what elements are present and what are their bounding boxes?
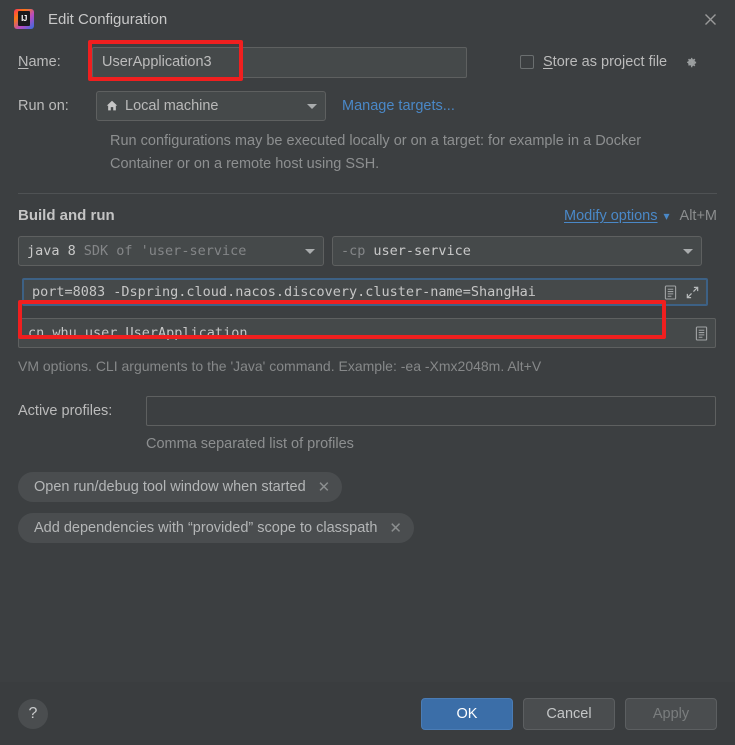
chevron-down-icon — [683, 248, 693, 254]
dialog-title: Edit Configuration — [48, 10, 168, 28]
main-class-field[interactable]: cn.whu.user.UserApplication — [18, 318, 716, 348]
chevron-down-icon[interactable]: ▾ — [664, 209, 670, 223]
jdk-classpath-row: java 8 SDK of 'user-service -cp user-ser… — [18, 236, 717, 266]
dialog-title-bar: IJ Edit Configuration — [0, 0, 735, 38]
name-input[interactable] — [92, 46, 467, 78]
vm-options-field[interactable]: port=8083 -Dspring.cloud.nacos.discovery… — [22, 278, 708, 306]
close-icon[interactable]: ✕ — [389, 521, 402, 536]
dialog-content: Name: Store as project file Run on: Loca… — [0, 45, 735, 554]
active-profiles-hint: Comma separated list of profiles — [146, 436, 354, 452]
help-button[interactable]: ? — [18, 698, 48, 729]
store-as-project-file-checkbox[interactable] — [520, 55, 534, 69]
main-class-value: cn.whu.user.UserApplication — [28, 325, 248, 341]
classpath-dropdown[interactable]: -cp user-service — [332, 236, 702, 266]
name-row: Name: Store as project file — [18, 45, 717, 79]
vm-options-hint: VM options. CLI arguments to the 'Java' … — [18, 358, 542, 374]
name-label: Name: — [18, 54, 61, 70]
expand-icon[interactable] — [680, 281, 704, 303]
apply-button[interactable]: Apply — [625, 697, 717, 730]
chip-add-provided-dependencies[interactable]: Add dependencies with “provided” scope t… — [18, 513, 414, 543]
manage-targets-link[interactable]: Manage targets... — [342, 98, 455, 114]
classpath-value: user-service — [373, 243, 471, 259]
active-profiles-label: Active profiles: — [18, 403, 113, 419]
close-icon[interactable]: ✕ — [318, 480, 331, 495]
modify-options-shortcut: Alt+M — [679, 208, 717, 224]
chip-label: Add dependencies with “provided” scope t… — [34, 520, 378, 536]
option-chips: Open run/debug tool window when started … — [18, 472, 717, 554]
cancel-button[interactable]: Cancel — [523, 697, 615, 730]
dialog-footer: ? OK Cancel Apply — [0, 682, 735, 745]
build-and-run-header: Build and run Modify options ▾ Alt+M — [18, 207, 717, 224]
run-on-help-text: Run configurations may be executed local… — [110, 133, 642, 172]
jdk-prefix: java 8 — [27, 243, 76, 259]
run-on-label: Run on: — [18, 98, 69, 114]
section-divider — [18, 193, 717, 194]
jdk-dropdown[interactable]: java 8 SDK of 'user-service — [18, 236, 324, 266]
run-on-row: Run on: Local machine Manage targets... — [18, 91, 717, 121]
run-on-value: Local machine — [125, 98, 219, 114]
modify-options-link[interactable]: Modify options — [564, 208, 658, 224]
modify-options-group: Modify options ▾ Alt+M — [564, 208, 717, 224]
run-on-dropdown[interactable]: Local machine — [96, 91, 326, 121]
store-as-project-file-row[interactable]: Store as project file — [520, 54, 698, 70]
store-as-project-file-label: Store as project file — [543, 54, 668, 70]
intellij-idea-logo-icon: IJ — [14, 9, 34, 29]
dialog-buttons: OK Cancel Apply — [421, 697, 717, 730]
home-icon — [105, 99, 119, 113]
chip-label: Open run/debug tool window when started — [34, 479, 306, 495]
intellij-logo-text: IJ — [18, 11, 30, 26]
vm-options-value: port=8083 -Dspring.cloud.nacos.discovery… — [32, 284, 536, 300]
classpath-prefix: -cp — [341, 243, 366, 259]
document-list-icon[interactable] — [691, 322, 711, 344]
document-list-icon[interactable] — [660, 281, 680, 303]
gear-icon[interactable] — [683, 55, 698, 70]
active-profiles-row: Active profiles: — [18, 396, 717, 426]
section-title: Build and run — [18, 207, 115, 224]
jdk-suffix: SDK of 'user-service — [83, 243, 247, 259]
chevron-down-icon — [307, 103, 317, 109]
chevron-down-icon — [305, 248, 315, 254]
chip-open-run-debug-tool-window[interactable]: Open run/debug tool window when started … — [18, 472, 343, 502]
close-icon[interactable] — [693, 4, 727, 34]
active-profiles-input[interactable] — [146, 396, 716, 426]
vm-options-row: port=8083 -Dspring.cloud.nacos.discovery… — [18, 275, 717, 309]
ok-button[interactable]: OK — [421, 697, 513, 730]
